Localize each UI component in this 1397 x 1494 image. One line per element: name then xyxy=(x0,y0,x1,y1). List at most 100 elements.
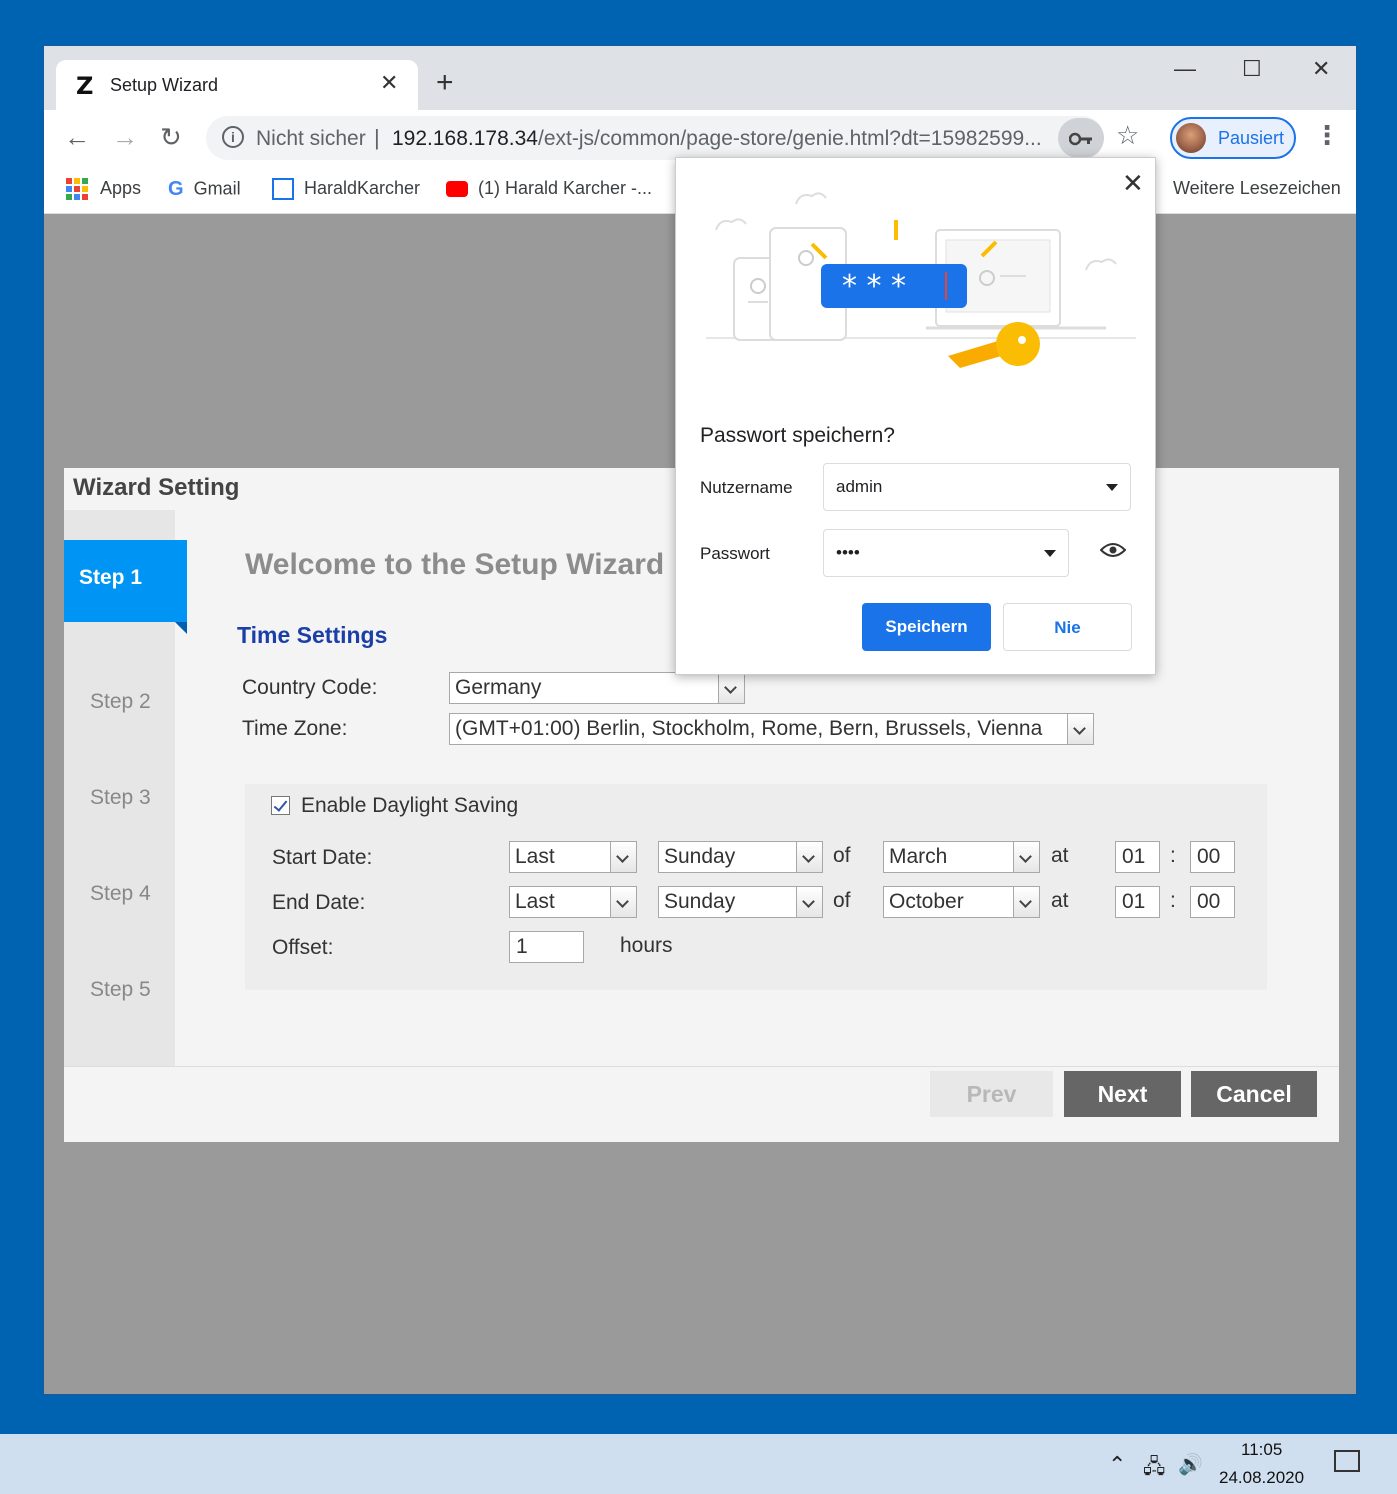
username-field[interactable]: admin xyxy=(823,463,1131,511)
dropdown-arrow-icon[interactable] xyxy=(1106,484,1118,491)
clock-time[interactable]: 11:05 xyxy=(1241,1440,1282,1460)
country-code-select[interactable]: Germany xyxy=(449,672,745,704)
of-text: of xyxy=(833,889,851,912)
bookmark-gmail[interactable]: G Gmail xyxy=(168,178,241,201)
page-layout-icon xyxy=(272,178,294,201)
prev-button[interactable]: Prev xyxy=(930,1071,1053,1117)
chevron-down-icon[interactable] xyxy=(718,673,744,703)
bookmark-harald-label: HaraldKarcher xyxy=(304,178,421,198)
bookmark-apps-label: Apps xyxy=(100,178,142,198)
avatar xyxy=(1176,123,1206,153)
start-month-select[interactable]: March xyxy=(883,841,1040,873)
bookmark-more[interactable]: Weitere Lesezeichen xyxy=(1173,178,1341,199)
youtube-icon xyxy=(446,181,468,198)
url-host: 192.168.178.34 xyxy=(392,127,538,150)
end-day-value: Sunday xyxy=(664,890,736,913)
end-week-value: Last xyxy=(515,890,555,913)
close-window-button[interactable]: ✕ xyxy=(1312,56,1330,82)
password-field[interactable]: •••• xyxy=(823,529,1069,577)
info-icon[interactable]: i xyxy=(222,126,244,148)
clock-date[interactable]: 24.08.2020 xyxy=(1219,1468,1304,1488)
new-tab-button[interactable]: + xyxy=(436,68,454,98)
welcome-heading: Welcome to the Setup Wizard xyxy=(245,548,665,581)
username-label: Nutzername xyxy=(700,478,793,497)
end-date-label: End Date: xyxy=(272,891,366,914)
start-hour-input[interactable]: 01 xyxy=(1115,841,1160,873)
time-zone-select[interactable]: (GMT+01:00) Berlin, Stockholm, Rome, Ber… xyxy=(449,713,1094,745)
end-minute-value: 00 xyxy=(1197,890,1221,913)
step-item-5[interactable]: Step 5 xyxy=(90,978,151,1002)
chevron-down-icon[interactable] xyxy=(796,887,822,917)
daylight-saving-checkbox[interactable] xyxy=(271,796,290,815)
hours-text: hours xyxy=(620,934,673,957)
cancel-button[interactable]: Cancel xyxy=(1191,1071,1317,1117)
start-minute-value: 00 xyxy=(1197,845,1221,868)
illustration-asterisks: * * * xyxy=(842,269,906,304)
reload-icon[interactable]: ↻ xyxy=(160,122,182,152)
offset-input[interactable]: 1 xyxy=(509,931,584,963)
daylight-saving-label[interactable]: Enable Daylight Saving xyxy=(301,794,518,818)
start-minute-input[interactable]: 00 xyxy=(1190,841,1235,873)
next-button[interactable]: Next xyxy=(1064,1071,1181,1117)
save-password-button[interactable]: Speichern xyxy=(862,603,991,651)
url-separator: | xyxy=(374,125,380,150)
chevron-down-icon[interactable] xyxy=(796,842,822,872)
google-icon: G xyxy=(168,178,184,200)
of-text: of xyxy=(833,844,851,867)
chevron-up-icon[interactable]: ⌃ xyxy=(1108,1452,1126,1478)
chevron-down-icon[interactable] xyxy=(610,842,636,872)
step-item-2[interactable]: Step 2 xyxy=(90,690,151,714)
tab-setup-wizard[interactable]: Z Setup Wizard ✕ xyxy=(56,60,418,110)
notification-icon[interactable] xyxy=(1334,1450,1360,1472)
chevron-down-icon[interactable] xyxy=(1013,887,1039,917)
username-value: admin xyxy=(836,477,883,496)
url-text[interactable]: 192.168.178.34/ext-js/common/page-store/… xyxy=(392,127,1052,151)
end-hour-value: 01 xyxy=(1122,890,1146,913)
forward-icon[interactable]: → xyxy=(112,122,138,152)
end-hour-input[interactable]: 01 xyxy=(1115,886,1160,918)
dropdown-arrow-icon[interactable] xyxy=(1044,550,1056,557)
password-illustration-icon: * * * xyxy=(706,192,1136,368)
start-day-value: Sunday xyxy=(664,845,736,868)
start-day-select[interactable]: Sunday xyxy=(658,841,823,873)
key-icon[interactable] xyxy=(1058,118,1104,158)
step-item-4[interactable]: Step 4 xyxy=(90,882,151,906)
bookmark-star-icon[interactable]: ☆ xyxy=(1116,120,1139,151)
wizard-title: Wizard Setting xyxy=(73,474,240,501)
end-minute-input[interactable]: 00 xyxy=(1190,886,1235,918)
zyxel-favicon-icon: Z xyxy=(76,72,94,100)
start-week-select[interactable]: Last xyxy=(509,841,637,873)
end-day-select[interactable]: Sunday xyxy=(658,886,823,918)
save-password-popup: ✕ * * * Passwort speichern? Nutzername a… xyxy=(675,157,1156,675)
chevron-down-icon[interactable] xyxy=(610,887,636,917)
start-month-value: March xyxy=(889,845,948,868)
time-colon: : xyxy=(1170,889,1176,912)
end-week-select[interactable]: Last xyxy=(509,886,637,918)
chevron-down-icon[interactable] xyxy=(1067,714,1093,744)
end-month-select[interactable]: October xyxy=(883,886,1040,918)
step-item-1[interactable]: Step 1 xyxy=(64,540,187,634)
never-button[interactable]: Nie xyxy=(1003,603,1132,651)
password-value: •••• xyxy=(836,543,860,562)
time-colon: : xyxy=(1170,844,1176,867)
network-icon[interactable]: 🖧 xyxy=(1143,1452,1165,1486)
profile-button[interactable]: Pausiert xyxy=(1170,117,1296,159)
volume-icon[interactable]: 🔊 xyxy=(1178,1452,1203,1477)
step-item-3[interactable]: Step 3 xyxy=(90,786,151,810)
not-secure-label[interactable]: Nicht sicher xyxy=(256,127,366,151)
bookmark-youtube[interactable]: (1) Harald Karcher -... xyxy=(446,178,652,199)
tab-close-icon[interactable]: ✕ xyxy=(380,70,398,96)
menu-icon[interactable]: ⋮ xyxy=(1314,120,1340,151)
end-month-value: October xyxy=(889,890,964,913)
step-sidebar: Step 1 Step 2 Step 3 Step 4 Step 5 xyxy=(64,510,187,1066)
popup-title: Passwort speichern? xyxy=(700,424,895,447)
bookmark-apps[interactable]: Apps xyxy=(66,178,142,201)
back-icon[interactable]: ← xyxy=(64,122,90,152)
eye-icon[interactable] xyxy=(1100,542,1126,558)
time-zone-value: (GMT+01:00) Berlin, Stockholm, Rome, Ber… xyxy=(455,717,1043,740)
bookmark-harald[interactable]: HaraldKarcher xyxy=(272,178,421,201)
minimize-button[interactable]: — xyxy=(1174,56,1196,82)
address-bar[interactable]: i Nicht sicher | 192.168.178.34/ext-js/c… xyxy=(206,116,1104,160)
maximize-button[interactable]: ☐ xyxy=(1242,56,1262,82)
chevron-down-icon[interactable] xyxy=(1013,842,1039,872)
